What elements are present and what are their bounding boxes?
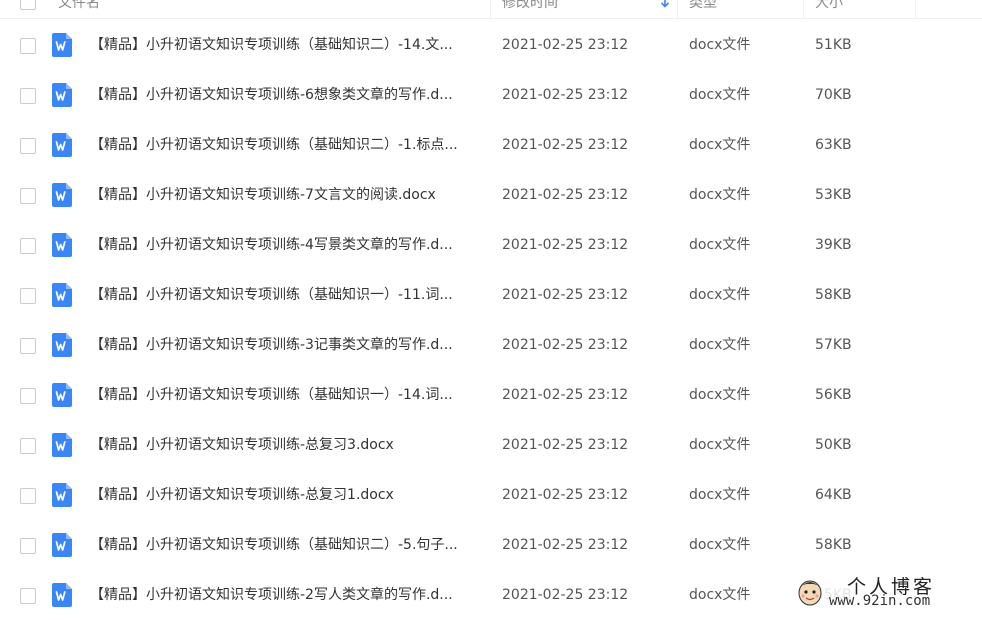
row-checkbox[interactable]	[20, 388, 36, 404]
row-checkbox[interactable]	[20, 138, 36, 154]
word-doc-icon	[52, 233, 72, 257]
file-name[interactable]: 【精品】小升初语文知识专项训练（基础知识一）-14.词...	[90, 370, 453, 420]
file-name[interactable]: 【精品】小升初语文知识专项训练-3记事类文章的写作.d...	[90, 320, 453, 370]
modified-time: 2021-02-25 23:12	[502, 237, 629, 253]
file-size: 58KB	[815, 287, 852, 303]
row-checkbox[interactable]	[20, 288, 36, 304]
header-date[interactable]: 修改时间	[502, 0, 558, 18]
word-doc-icon	[52, 33, 72, 57]
file-type: docx文件	[689, 387, 751, 403]
row-checkbox[interactable]	[20, 238, 36, 254]
file-type: docx文件	[689, 337, 751, 353]
modified-time: 2021-02-25 23:12	[502, 587, 629, 603]
file-type: docx文件	[689, 37, 751, 53]
row-checkbox[interactable]	[20, 488, 36, 504]
row-checkbox[interactable]	[20, 88, 36, 104]
file-name[interactable]: 【精品】小升初语文知识专项训练-6想象类文章的写作.d...	[90, 70, 453, 120]
file-name[interactable]: 【精品】小升初语文知识专项训练-7文言文的阅读.docx	[90, 170, 436, 220]
modified-time: 2021-02-25 23:12	[502, 487, 629, 503]
word-doc-icon	[52, 183, 72, 207]
file-type: docx文件	[689, 137, 751, 153]
file-row[interactable]: 【精品】小升初语文知识专项训练（基础知识二）-1.标点... 2021-02-25…	[0, 120, 982, 170]
word-doc-icon	[52, 83, 72, 107]
file-row[interactable]: 【精品】小升初语文知识专项训练-总复习3.docx 2021-02-25 23:1…	[0, 420, 982, 470]
header-size[interactable]: 大小	[815, 0, 843, 18]
file-size: 50KB	[815, 437, 852, 453]
word-doc-icon	[52, 483, 72, 507]
select-all-checkbox[interactable]	[20, 0, 36, 10]
watermark-url: www.92in.com	[829, 593, 931, 609]
modified-time: 2021-02-25 23:12	[502, 87, 629, 103]
word-doc-icon	[52, 133, 72, 157]
row-checkbox[interactable]	[20, 538, 36, 554]
word-doc-icon	[52, 533, 72, 557]
file-size: 56KB	[815, 387, 852, 403]
modified-time: 2021-02-25 23:12	[502, 437, 629, 453]
file-type: docx文件	[689, 537, 751, 553]
file-row[interactable]: 【精品】小升初语文知识专项训练（基础知识一）-14.词... 2021-02-25…	[0, 370, 982, 420]
modified-time: 2021-02-25 23:12	[502, 337, 629, 353]
file-name[interactable]: 【精品】小升初语文知识专项训练-总复习1.docx	[90, 470, 394, 520]
file-size: 39KB	[815, 237, 852, 253]
modified-time: 2021-02-25 23:12	[502, 387, 629, 403]
watermark: 个人博客 www.92in.com	[791, 573, 976, 613]
cartoon-face-icon	[798, 580, 822, 606]
file-size: 58KB	[815, 537, 852, 553]
file-size: 53KB	[815, 187, 852, 203]
file-row[interactable]: 【精品】小升初语文知识专项训练（基础知识二）-14.文... 2021-02-25…	[0, 20, 982, 70]
file-row[interactable]: 【精品】小升初语文知识专项训练-3记事类文章的写作.d... 2021-02-25…	[0, 320, 982, 370]
sort-desc-icon[interactable]	[660, 0, 670, 8]
modified-time: 2021-02-25 23:12	[502, 287, 629, 303]
file-row[interactable]: 【精品】小升初语文知识专项训练-6想象类文章的写作.d... 2021-02-25…	[0, 70, 982, 120]
file-name[interactable]: 【精品】小升初语文知识专项训练（基础知识二）-5.句子...	[90, 520, 458, 570]
file-name[interactable]: 【精品】小升初语文知识专项训练-4写景类文章的写作.d...	[90, 220, 453, 270]
file-size: 63KB	[815, 137, 852, 153]
modified-time: 2021-02-25 23:12	[502, 187, 629, 203]
file-type: docx文件	[689, 487, 751, 503]
file-list-header: 文件名 修改时间 类型 大小	[0, 0, 982, 19]
header-name[interactable]: 文件名	[58, 0, 100, 18]
file-size: 51KB	[815, 37, 852, 53]
file-row[interactable]: 【精品】小升初语文知识专项训练-4写景类文章的写作.d... 2021-02-25…	[0, 220, 982, 270]
file-size: 64KB	[815, 487, 852, 503]
file-size: 57KB	[815, 337, 852, 353]
modified-time: 2021-02-25 23:12	[502, 37, 629, 53]
word-doc-icon	[52, 433, 72, 457]
file-type: docx文件	[689, 87, 751, 103]
file-list: 【精品】小升初语文知识专项训练（基础知识二）-14.文... 2021-02-25…	[0, 20, 982, 620]
header-divider	[677, 0, 678, 18]
file-row[interactable]: 【精品】小升初语文知识专项训练（基础知识二）-5.句子... 2021-02-25…	[0, 520, 982, 570]
header-type[interactable]: 类型	[689, 0, 717, 18]
file-type: docx文件	[689, 187, 751, 203]
file-name[interactable]: 【精品】小升初语文知识专项训练（基础知识二）-1.标点...	[90, 120, 458, 170]
file-type: docx文件	[689, 287, 751, 303]
file-row[interactable]: 【精品】小升初语文知识专项训练（基础知识一）-11.词... 2021-02-25…	[0, 270, 982, 320]
file-name[interactable]: 【精品】小升初语文知识专项训练-2写人类文章的写作.d...	[90, 570, 453, 620]
file-type: docx文件	[689, 587, 751, 603]
row-checkbox[interactable]	[20, 338, 36, 354]
word-doc-icon	[52, 333, 72, 357]
header-divider	[915, 0, 916, 18]
file-name[interactable]: 【精品】小升初语文知识专项训练（基础知识二）-14.文...	[90, 20, 453, 70]
file-size: 70KB	[815, 87, 852, 103]
file-type: docx文件	[689, 437, 751, 453]
file-name[interactable]: 【精品】小升初语文知识专项训练-总复习3.docx	[90, 420, 394, 470]
modified-time: 2021-02-25 23:12	[502, 137, 629, 153]
file-row[interactable]: 【精品】小升初语文知识专项训练-总复习1.docx 2021-02-25 23:1…	[0, 470, 982, 520]
header-divider	[490, 0, 491, 18]
file-row[interactable]: 【精品】小升初语文知识专项训练-7文言文的阅读.docx 2021-02-25 2…	[0, 170, 982, 220]
row-checkbox[interactable]	[20, 188, 36, 204]
word-doc-icon	[52, 383, 72, 407]
word-doc-icon	[52, 283, 72, 307]
row-checkbox[interactable]	[20, 588, 36, 604]
file-name[interactable]: 【精品】小升初语文知识专项训练（基础知识一）-11.词...	[90, 270, 453, 320]
row-checkbox[interactable]	[20, 38, 36, 54]
row-checkbox[interactable]	[20, 438, 36, 454]
word-doc-icon	[52, 583, 72, 607]
header-divider	[803, 0, 804, 18]
file-type: docx文件	[689, 237, 751, 253]
modified-time: 2021-02-25 23:12	[502, 537, 629, 553]
